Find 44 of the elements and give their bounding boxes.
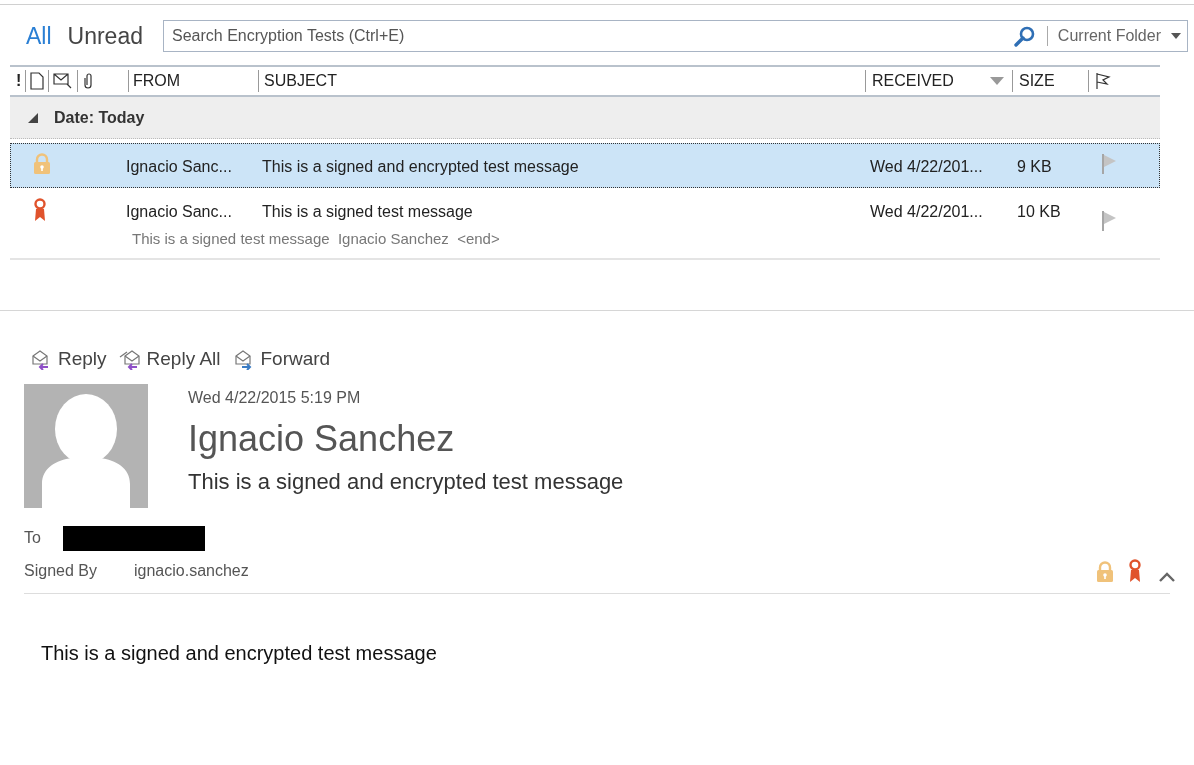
message-size: 9 KB — [1017, 157, 1053, 177]
ribbon-icon — [33, 198, 47, 222]
action-button[interactable]: Reply — [30, 345, 107, 374]
reply-all-icon — [118, 348, 143, 371]
action-button[interactable]: Forward — [232, 345, 331, 374]
to-label: To — [24, 528, 41, 548]
sort-arrow-icon[interactable] — [990, 77, 1004, 85]
received-date: Wed 4/22/201... — [870, 157, 984, 177]
sender-name: Ignacio Sanc... — [126, 202, 233, 222]
sender-name: Ignacio Sanc... — [126, 157, 233, 177]
envelope-icon[interactable] — [53, 72, 74, 90]
message-row[interactable]: Ignacio Sanc... This is a signed and encrypted test message Wed 4/22/201... 9 KB — [10, 143, 1160, 188]
search-scope[interactable]: Current Folder — [1047, 24, 1171, 48]
sender-name: Ignacio Sanchez — [188, 416, 456, 461]
dropdown-caret-icon[interactable] — [1171, 33, 1181, 39]
message-preview: This is a signed test message Ignacio Sanchez <end> — [132, 229, 501, 249]
column-header[interactable]: SIZE — [1013, 69, 1088, 93]
group-header[interactable]: Date: Today — [10, 97, 1160, 139]
message-size: 10 KB — [1017, 202, 1062, 222]
message-subject: This is a signed and encrypted test message — [262, 157, 580, 177]
importance-column[interactable]: ! — [16, 69, 22, 93]
collapse-chevron-icon[interactable] — [1158, 570, 1176, 583]
lock-icon — [33, 153, 51, 175]
message-row[interactable]: Ignacio Sanc... This is a signed test message This is a signed test message Ignacio Sanchez <end> Wed 4/22/201... 10 KB — [10, 188, 1160, 254]
group-label: Date: Today — [54, 107, 145, 128]
signer-name: ignacio.sanchez — [134, 560, 249, 581]
collapse-triangle-icon[interactable] — [28, 112, 38, 123]
message-date: Wed 4/22/2015 5:19 PM — [188, 387, 362, 408]
message-body: This is a signed and encrypted test message — [40, 640, 438, 666]
message-subject: This is a signed test message — [262, 202, 474, 222]
message-subject: This is a signed and encrypted test message — [188, 467, 624, 496]
flag-icon[interactable] — [1095, 72, 1111, 90]
column-header[interactable]: RECEIVED — [872, 69, 954, 93]
received-date: Wed 4/22/201... — [870, 202, 984, 222]
column-header[interactable]: SUBJECT — [259, 69, 865, 93]
paperclip-icon[interactable] — [82, 72, 95, 90]
search-field[interactable]: Search Encryption Tests (Ctrl+E) Current Folder — [163, 20, 1188, 52]
search-icon[interactable] — [1012, 25, 1037, 47]
filter-tab[interactable]: All — [26, 24, 52, 48]
signed-by-label: Signed By — [24, 560, 98, 581]
column-header[interactable]: FROM — [129, 69, 258, 93]
action-button[interactable]: Reply All — [118, 345, 221, 374]
filter-tab[interactable]: Unread — [67, 24, 143, 48]
document-icon[interactable] — [30, 72, 45, 90]
